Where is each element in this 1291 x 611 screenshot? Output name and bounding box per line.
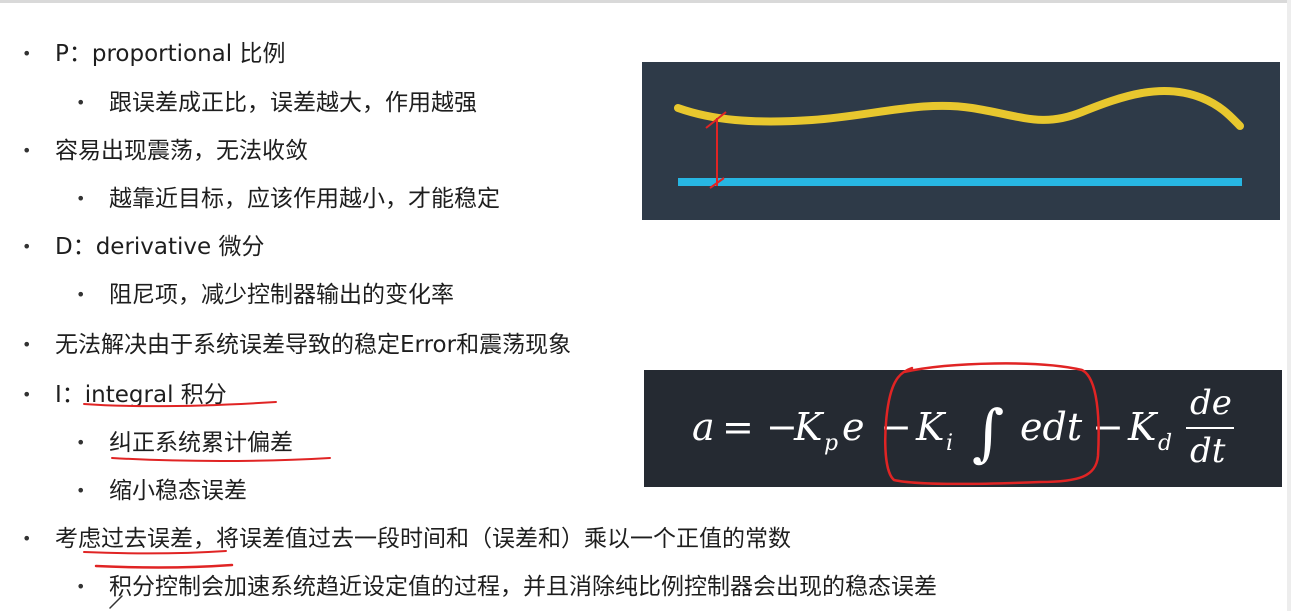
bullet-dot: • — [22, 529, 32, 548]
formula-edt: edt — [1020, 405, 1083, 449]
sub-bullet-integral-control: • 积分控制会加速系统趋近设定值的过程，并且消除纯比例控制器会出现的稳态误差 — [76, 572, 937, 602]
pid-formula: a = − K p e − K i ∫ edt − K d de dt — [692, 383, 1234, 471]
formula-kp-subscript: p — [824, 431, 838, 456]
bullet-text: 越靠近目标，应该作用越小，才能稳定 — [109, 186, 500, 212]
bullet-dot: • — [76, 93, 86, 112]
bullet-dot: • — [76, 481, 86, 500]
bullet-dot: • — [76, 189, 86, 208]
formula-frac-denominator: dt — [1190, 431, 1226, 471]
formula-e: e — [842, 405, 865, 449]
formula-ki: K — [915, 405, 947, 449]
sub-bullet-damping: • 阻尼项，减少控制器输出的变化率 — [76, 280, 454, 310]
bullet-steady-error: • 无法解决由于系统误差导致的稳定Error和震荡现象 — [22, 330, 572, 360]
bullet-dot: • — [76, 285, 86, 304]
bullet-text: 纠正系统累计偏差 — [109, 430, 293, 456]
bullet-i-integral: • I：integral 积分 — [22, 380, 227, 410]
bullet-text: 跟误差成正比，误差越大，作用越强 — [109, 90, 477, 116]
bullet-text: P：proportional 比例 — [55, 41, 286, 67]
pid-formula-panel: a = − K p e − K i ∫ edt − K d de dt — [644, 370, 1282, 487]
bullet-dot: • — [22, 385, 32, 404]
sub-bullet-proportional-desc: • 跟误差成正比，误差越大，作用越强 — [76, 88, 477, 118]
actual-value-curve — [674, 86, 1244, 130]
bullet-dot: • — [22, 141, 32, 160]
sub-bullet-stability: • 越靠近目标，应该作用越小，才能稳定 — [76, 184, 500, 214]
bullet-d-derivative: • D：derivative 微分 — [22, 232, 265, 262]
bullet-text: I：integral 积分 — [55, 382, 227, 408]
bullet-past-error: • 考虑过去误差，将误差值过去一段时间和（误差和）乘以一个正值的常数 — [22, 524, 791, 554]
bullet-p-proportional: • P：proportional 比例 — [22, 39, 286, 69]
error-illustration — [674, 86, 1244, 189]
bullet-text: 积分控制会加速系统趋近设定值的过程，并且消除纯比例控制器会出现的稳态误差 — [109, 574, 937, 600]
formula-kd: K — [1127, 405, 1159, 449]
bullet-text: 考虑过去误差，将误差值过去一段时间和（误差和）乘以一个正值的常数 — [55, 526, 791, 552]
error-illustration-panel — [642, 62, 1280, 220]
sub-bullet-cumulative-bias: • 纠正系统累计偏差 — [76, 428, 293, 458]
bullet-text: 缩小稳态误差 — [109, 478, 247, 504]
sub-bullet-steady-state: • 缩小稳态误差 — [76, 476, 247, 506]
formula-frac-numerator: de — [1190, 383, 1232, 423]
bullet-dot: • — [22, 44, 32, 63]
bullet-dot: • — [76, 433, 86, 452]
bullet-oscillation: • 容易出现震荡，无法收敛 — [22, 136, 308, 166]
formula-kd-subscript: d — [1158, 431, 1172, 456]
formula-minus-2: − — [880, 405, 912, 449]
formula-integral-sign: ∫ — [972, 396, 1004, 469]
formula-minus-3: − — [1092, 405, 1124, 449]
formula-ki-subscript: i — [946, 431, 953, 456]
bullet-text: 阻尼项，减少控制器输出的变化率 — [109, 282, 454, 308]
formula-equals: = — [722, 405, 754, 449]
bullet-text: D：derivative 微分 — [55, 234, 265, 260]
bullet-text: 容易出现震荡，无法收敛 — [55, 138, 308, 164]
bullet-text: 无法解决由于系统误差导致的稳定Error和震荡现象 — [55, 332, 572, 358]
bullet-dot: • — [76, 577, 86, 596]
formula-kp: K — [793, 405, 825, 449]
bullet-dot: • — [22, 237, 32, 256]
formula-a: a — [692, 405, 715, 449]
bullet-dot: • — [22, 335, 32, 354]
